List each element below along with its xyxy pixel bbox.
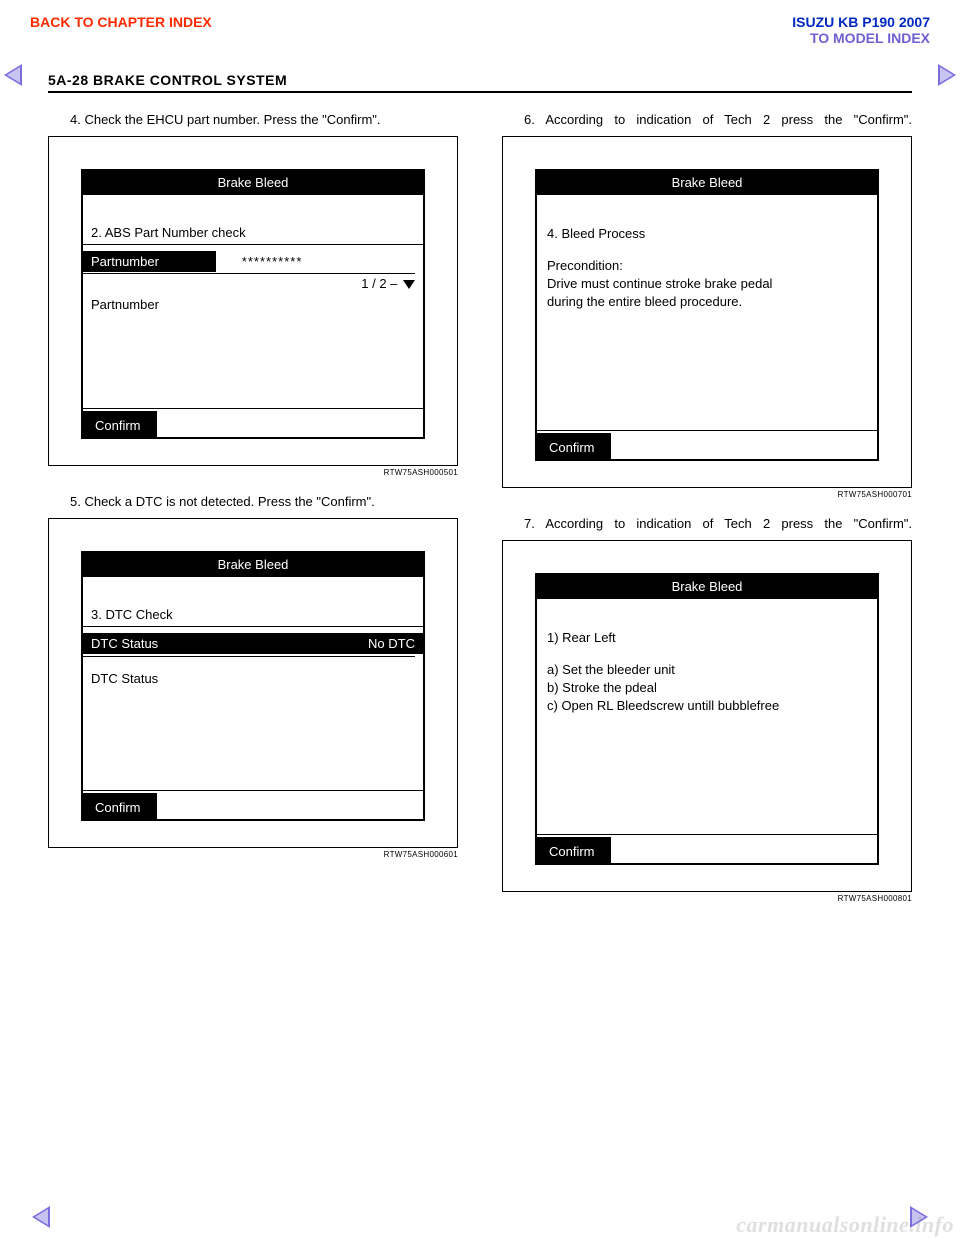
partnumber-plain-label: Partnumber — [83, 297, 423, 318]
bleed-process-block: 4. Bleed Process Precondition: Drive mus… — [537, 195, 877, 318]
model-title-link[interactable]: ISUZU KB P190 2007 — [792, 14, 930, 30]
figure-4-caption: RTW75ASH000801 — [502, 894, 912, 903]
prev-page-arrow-icon[interactable] — [32, 1206, 50, 1228]
figure-3-caption: RTW75ASH000701 — [502, 490, 912, 499]
partnumber-label: Partnumber — [83, 251, 216, 272]
back-to-chapter-link[interactable]: BACK TO CHAPTER INDEX — [30, 14, 212, 46]
partnumber-value: ********** — [216, 254, 415, 269]
dtc-status-label: DTC Status — [91, 636, 158, 651]
confirm-button[interactable]: Confirm — [81, 411, 157, 439]
confirm-button[interactable]: Confirm — [81, 793, 157, 821]
tool-title: Brake Bleed — [537, 171, 877, 195]
down-triangle-icon — [403, 280, 415, 289]
tool-screen-4: Brake Bleed 1) Rear Left a) Set the blee… — [535, 573, 879, 865]
confirm-button[interactable]: Confirm — [535, 433, 611, 461]
bleed-process-heading: 4. Bleed Process — [547, 225, 867, 243]
confirm-button[interactable]: Confirm — [535, 837, 611, 865]
step-7-text: 7. According to indication of Tech 2 pre… — [524, 515, 912, 534]
top-link-bar: BACK TO CHAPTER INDEX ISUZU KB P190 2007… — [30, 14, 930, 46]
step-4-text: 4. Check the EHCU part number. Press the… — [70, 111, 458, 130]
tool-screen-1: Brake Bleed 2. ABS Part Number check Par… — [81, 169, 425, 439]
dtc-status-value: No DTC — [368, 636, 415, 651]
page-title: 5A-28 BRAKE CONTROL SYSTEM — [48, 72, 912, 93]
next-page-arrow-icon[interactable] — [938, 64, 956, 86]
dtc-status-row: DTC Status No DTC — [83, 633, 423, 654]
instruction-a: a) Set the bleeder unit — [547, 661, 867, 679]
instruction-b: b) Stroke the pdeal — [547, 679, 867, 697]
figure-2: Brake Bleed 3. DTC Check DTC Status No D… — [48, 518, 458, 848]
figure-4: Brake Bleed 1) Rear Left a) Set the blee… — [502, 540, 912, 892]
watermark: carmanualsonline.info — [736, 1212, 954, 1238]
dtc-status-plain-label: DTC Status — [83, 657, 423, 692]
tool-title: Brake Bleed — [83, 171, 423, 195]
tool-screen-3: Brake Bleed 4. Bleed Process Preconditio… — [535, 169, 879, 461]
screen-step-label: 3. DTC Check — [83, 577, 423, 626]
precondition-label: Precondition: — [547, 257, 867, 275]
precondition-line2: during the entire bleed procedure. — [547, 293, 867, 311]
left-column: 4. Check the EHCU part number. Press the… — [48, 111, 458, 919]
top-right-links: ISUZU KB P190 2007 TO MODEL INDEX — [792, 14, 930, 46]
rear-left-block: 1) Rear Left a) Set the bleeder unit b) … — [537, 599, 877, 722]
model-index-link[interactable]: TO MODEL INDEX — [792, 30, 930, 46]
right-column: 6. According to indication of Tech 2 pre… — [502, 111, 912, 919]
tool-screen-2: Brake Bleed 3. DTC Check DTC Status No D… — [81, 551, 425, 821]
figure-3: Brake Bleed 4. Bleed Process Preconditio… — [502, 136, 912, 488]
page-indicator: 1 / 2 – — [83, 274, 423, 297]
prev-page-arrow-icon[interactable] — [4, 64, 22, 86]
tool-title: Brake Bleed — [83, 553, 423, 577]
figure-1: Brake Bleed 2. ABS Part Number check Par… — [48, 136, 458, 466]
tool-title: Brake Bleed — [537, 575, 877, 599]
rear-left-heading: 1) Rear Left — [547, 629, 867, 647]
screen-step-label: 2. ABS Part Number check — [83, 195, 423, 244]
figure-1-caption: RTW75ASH000501 — [48, 468, 458, 477]
precondition-line1: Drive must continue stroke brake pedal — [547, 275, 867, 293]
figure-2-caption: RTW75ASH000601 — [48, 850, 458, 859]
instruction-c: c) Open RL Bleedscrew untill bubblefree — [547, 697, 867, 715]
step-6-text: 6. According to indication of Tech 2 pre… — [524, 111, 912, 130]
step-5-text: 5. Check a DTC is not detected. Press th… — [70, 493, 458, 512]
partnumber-row: Partnumber ********** — [83, 251, 423, 272]
